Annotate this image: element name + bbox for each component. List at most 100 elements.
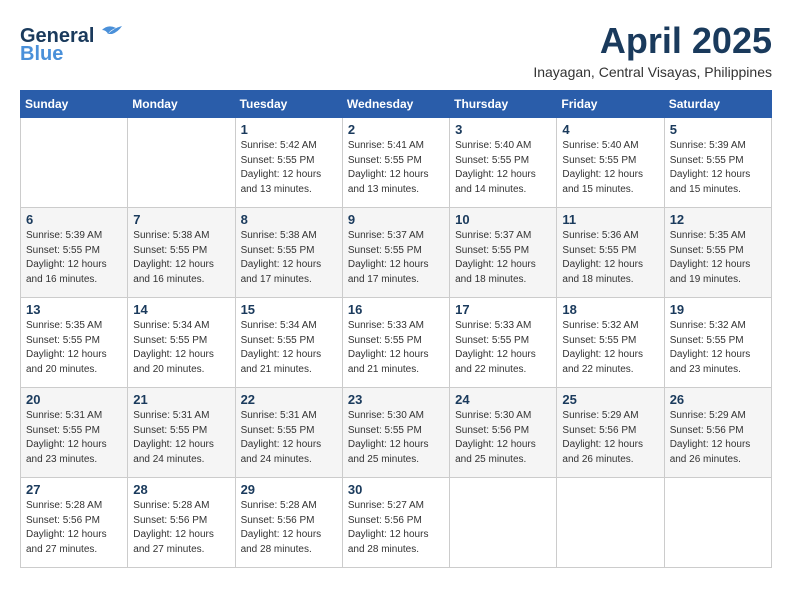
- calendar-cell: 29 Sunrise: 5:28 AM Sunset: 5:56 PM Dayli…: [235, 478, 342, 568]
- calendar-cell: [128, 118, 235, 208]
- day-info: Sunrise: 5:28 AM Sunset: 5:56 PM Dayligh…: [241, 499, 337, 557]
- calendar-header-row: SundayMondayTuesdayWednesdayThursdayFrid…: [21, 91, 772, 118]
- day-number: 6: [26, 212, 122, 227]
- logo-svg: General Blue: [20, 20, 130, 65]
- day-number: 18: [562, 302, 658, 317]
- calendar-cell: 5 Sunrise: 5:39 AM Sunset: 5:55 PM Daylig…: [664, 118, 771, 208]
- svg-text:Blue: Blue: [20, 43, 63, 65]
- calendar-cell: 20 Sunrise: 5:31 AM Sunset: 5:55 PM Dayli…: [21, 388, 128, 478]
- day-info: Sunrise: 5:35 AM Sunset: 5:55 PM Dayligh…: [670, 229, 766, 287]
- logo: General Blue: [20, 20, 130, 65]
- calendar-header-cell: Thursday: [450, 91, 557, 118]
- calendar-cell: 8 Sunrise: 5:38 AM Sunset: 5:55 PM Daylig…: [235, 208, 342, 298]
- day-info: Sunrise: 5:37 AM Sunset: 5:55 PM Dayligh…: [348, 229, 444, 287]
- calendar-cell: 3 Sunrise: 5:40 AM Sunset: 5:55 PM Daylig…: [450, 118, 557, 208]
- day-info: Sunrise: 5:32 AM Sunset: 5:55 PM Dayligh…: [562, 319, 658, 377]
- day-number: 1: [241, 122, 337, 137]
- day-info: Sunrise: 5:31 AM Sunset: 5:55 PM Dayligh…: [133, 409, 229, 467]
- day-number: 12: [670, 212, 766, 227]
- day-info: Sunrise: 5:31 AM Sunset: 5:55 PM Dayligh…: [26, 409, 122, 467]
- day-number: 28: [133, 482, 229, 497]
- calendar-week-row: 13 Sunrise: 5:35 AM Sunset: 5:55 PM Dayli…: [21, 298, 772, 388]
- day-info: Sunrise: 5:39 AM Sunset: 5:55 PM Dayligh…: [670, 139, 766, 197]
- calendar-week-row: 27 Sunrise: 5:28 AM Sunset: 5:56 PM Dayli…: [21, 478, 772, 568]
- calendar-cell: 9 Sunrise: 5:37 AM Sunset: 5:55 PM Daylig…: [342, 208, 449, 298]
- day-number: 19: [670, 302, 766, 317]
- day-info: Sunrise: 5:35 AM Sunset: 5:55 PM Dayligh…: [26, 319, 122, 377]
- day-number: 30: [348, 482, 444, 497]
- calendar-cell: 7Sunrise: 5:38 AM Sunset: 5:55 PM Daylig…: [128, 208, 235, 298]
- calendar-cell: 16Sunrise: 5:33 AM Sunset: 5:55 PM Dayli…: [342, 298, 449, 388]
- calendar-header-cell: Friday: [557, 91, 664, 118]
- day-number: 25: [562, 392, 658, 407]
- day-info: Sunrise: 5:38 AM Sunset: 5:55 PM Dayligh…: [241, 229, 337, 287]
- title-area: April 2025 Inayagan, Central Visayas, Ph…: [533, 20, 772, 80]
- day-number: 23: [348, 392, 444, 407]
- calendar-cell: 21 Sunrise: 5:31 AM Sunset: 5:55 PM Dayli…: [128, 388, 235, 478]
- calendar-cell: [450, 478, 557, 568]
- day-number: 29: [241, 482, 337, 497]
- calendar-cell: 13 Sunrise: 5:35 AM Sunset: 5:55 PM Dayli…: [21, 298, 128, 388]
- day-info: Sunrise: 5:30 AM Sunset: 5:56 PM Dayligh…: [455, 409, 551, 467]
- header: General Blue April 2025 Inayagan, Centra…: [20, 20, 772, 80]
- calendar-header-cell: Sunday: [21, 91, 128, 118]
- calendar-cell: 12 Sunrise: 5:35 AM Sunset: 5:55 PM Dayli…: [664, 208, 771, 298]
- calendar-cell: 1Sunrise: 5:42 AM Sunset: 5:55 PM Daylig…: [235, 118, 342, 208]
- calendar-cell: [664, 478, 771, 568]
- calendar-cell: 14Sunrise: 5:34 AM Sunset: 5:55 PM Dayli…: [128, 298, 235, 388]
- calendar-week-row: 1Sunrise: 5:42 AM Sunset: 5:55 PM Daylig…: [21, 118, 772, 208]
- day-number: 13: [26, 302, 122, 317]
- day-number: 8: [241, 212, 337, 227]
- day-info: Sunrise: 5:37 AM Sunset: 5:55 PM Dayligh…: [455, 229, 551, 287]
- calendar-header-cell: Tuesday: [235, 91, 342, 118]
- day-number: 2: [348, 122, 444, 137]
- calendar-cell: 23 Sunrise: 5:30 AM Sunset: 5:55 PM Dayli…: [342, 388, 449, 478]
- day-info: Sunrise: 5:28 AM Sunset: 5:56 PM Dayligh…: [26, 499, 122, 557]
- day-info: Sunrise: 5:40 AM Sunset: 5:55 PM Dayligh…: [455, 139, 551, 197]
- day-number: 4: [562, 122, 658, 137]
- calendar-cell: 30 Sunrise: 5:27 AM Sunset: 5:56 PM Dayli…: [342, 478, 449, 568]
- calendar-cell: 4 Sunrise: 5:40 AM Sunset: 5:55 PM Daylig…: [557, 118, 664, 208]
- day-number: 26: [670, 392, 766, 407]
- day-number: 5: [670, 122, 766, 137]
- day-info: Sunrise: 5:33 AM Sunset: 5:55 PM Dayligh…: [455, 319, 551, 377]
- calendar-cell: 27 Sunrise: 5:28 AM Sunset: 5:56 PM Dayli…: [21, 478, 128, 568]
- calendar-cell: 19Sunrise: 5:32 AM Sunset: 5:55 PM Dayli…: [664, 298, 771, 388]
- day-number: 10: [455, 212, 551, 227]
- calendar-cell: 28Sunrise: 5:28 AM Sunset: 5:56 PM Dayli…: [128, 478, 235, 568]
- calendar-cell: 6 Sunrise: 5:39 AM Sunset: 5:55 PM Daylig…: [21, 208, 128, 298]
- calendar-cell: 15Sunrise: 5:34 AM Sunset: 5:55 PM Dayli…: [235, 298, 342, 388]
- day-number: 9: [348, 212, 444, 227]
- calendar-header-cell: Wednesday: [342, 91, 449, 118]
- day-number: 21: [133, 392, 229, 407]
- day-number: 20: [26, 392, 122, 407]
- day-info: Sunrise: 5:39 AM Sunset: 5:55 PM Dayligh…: [26, 229, 122, 287]
- day-number: 3: [455, 122, 551, 137]
- day-info: Sunrise: 5:30 AM Sunset: 5:55 PM Dayligh…: [348, 409, 444, 467]
- calendar-header-cell: Saturday: [664, 91, 771, 118]
- day-info: Sunrise: 5:27 AM Sunset: 5:56 PM Dayligh…: [348, 499, 444, 557]
- day-number: 24: [455, 392, 551, 407]
- day-info: Sunrise: 5:29 AM Sunset: 5:56 PM Dayligh…: [562, 409, 658, 467]
- month-title: April 2025: [533, 20, 772, 62]
- location-title: Inayagan, Central Visayas, Philippines: [533, 64, 772, 80]
- day-number: 22: [241, 392, 337, 407]
- calendar-cell: [557, 478, 664, 568]
- day-info: Sunrise: 5:34 AM Sunset: 5:55 PM Dayligh…: [133, 319, 229, 377]
- day-info: Sunrise: 5:29 AM Sunset: 5:56 PM Dayligh…: [670, 409, 766, 467]
- day-info: Sunrise: 5:41 AM Sunset: 5:55 PM Dayligh…: [348, 139, 444, 197]
- day-info: Sunrise: 5:40 AM Sunset: 5:55 PM Dayligh…: [562, 139, 658, 197]
- calendar-header-cell: Monday: [128, 91, 235, 118]
- day-number: 27: [26, 482, 122, 497]
- calendar-cell: 17 Sunrise: 5:33 AM Sunset: 5:55 PM Dayli…: [450, 298, 557, 388]
- day-number: 11: [562, 212, 658, 227]
- calendar-cell: [21, 118, 128, 208]
- day-info: Sunrise: 5:31 AM Sunset: 5:55 PM Dayligh…: [241, 409, 337, 467]
- calendar-week-row: 20 Sunrise: 5:31 AM Sunset: 5:55 PM Dayli…: [21, 388, 772, 478]
- day-number: 15: [241, 302, 337, 317]
- calendar-cell: 24 Sunrise: 5:30 AM Sunset: 5:56 PM Dayli…: [450, 388, 557, 478]
- day-number: 17: [455, 302, 551, 317]
- calendar-week-row: 6 Sunrise: 5:39 AM Sunset: 5:55 PM Daylig…: [21, 208, 772, 298]
- calendar-cell: 2 Sunrise: 5:41 AM Sunset: 5:55 PM Daylig…: [342, 118, 449, 208]
- calendar-cell: 10 Sunrise: 5:37 AM Sunset: 5:55 PM Dayli…: [450, 208, 557, 298]
